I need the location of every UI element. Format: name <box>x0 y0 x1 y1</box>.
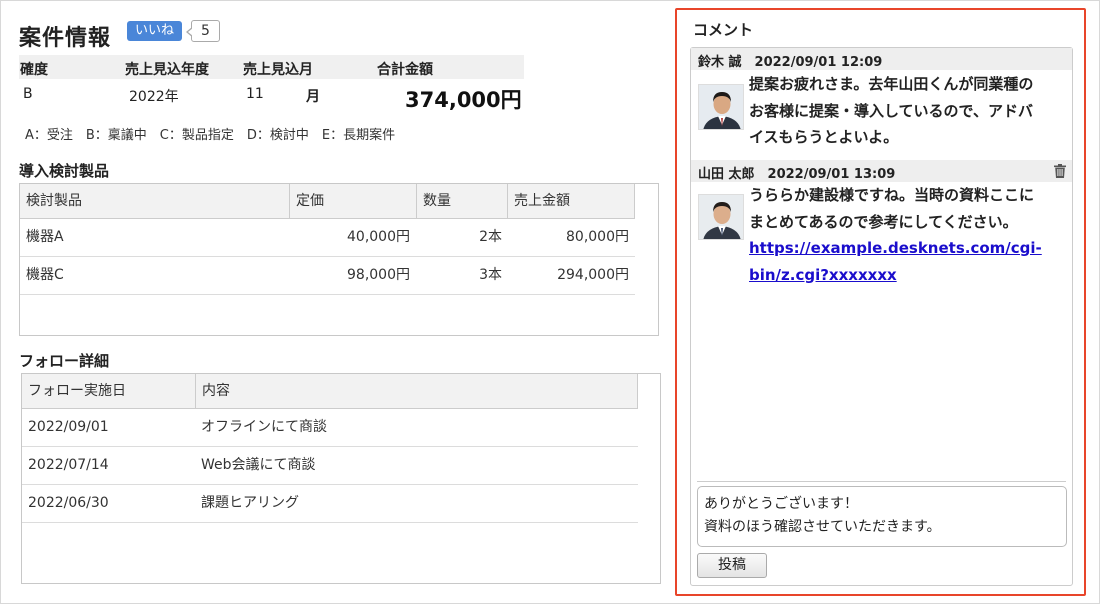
comment-author-date: 鈴木 誠 2022/09/01 12:09 <box>698 55 883 70</box>
follow-content: オフラインにて商談 <box>201 419 327 435</box>
comment-header: 山田 太郎 2022/09/01 13:09 <box>691 160 1072 182</box>
follow-date: 2022/09/01 <box>28 419 109 435</box>
product-qty: 3本 <box>479 267 502 283</box>
products-table: 検討製品 定価 数量 売上金額 機器A 40,000円 2本 80,000円 機… <box>19 183 659 336</box>
product-qty: 2本 <box>479 229 502 245</box>
product-sales: 294,000円 <box>557 267 629 283</box>
col-product: 検討製品 <box>20 184 290 218</box>
col-follow-content: 内容 <box>196 374 638 408</box>
header-rank: 確度 <box>20 62 48 78</box>
page-title: 案件情報 <box>19 26 112 51</box>
follow-section-title: フォロー詳細 <box>19 352 110 370</box>
follow-table: フォロー実施日 内容 2022/09/01 オフラインにて商談 2022/07/… <box>21 373 661 584</box>
header-year: 売上見込年度 <box>125 62 209 78</box>
comment-author-date: 山田 太郎 2022/09/01 13:09 <box>698 167 896 182</box>
follow-content: 課題ヒアリング <box>201 495 299 511</box>
comment-panel-title: コメント <box>693 21 754 39</box>
comment-line: お客様に提案・導入しているので、アドバ <box>749 101 1033 120</box>
product-sales: 80,000円 <box>566 229 629 245</box>
month-value: 11 <box>246 86 264 102</box>
comment-body: 提案お疲れさま。去年山田くんが同業種の お客様に提案・導入しているので、アドバ … <box>749 71 1065 151</box>
follow-date: 2022/06/30 <box>28 495 109 511</box>
comment-panel: コメント 鈴木 誠 2022/09/01 12:09 提案お疲れさま。去年山田く… <box>675 8 1086 596</box>
rank-legend: A：受注 B：稟議中 C：製品指定 D：検討中 E：長期案件 <box>25 128 396 143</box>
col-follow-date: フォロー実施日 <box>22 374 196 408</box>
col-qty: 数量 <box>417 184 508 218</box>
comment-body: うららか建設様ですね。当時の資料ここに まとめてあるので参考にしてください。 h… <box>749 182 1065 288</box>
col-sales: 売上金額 <box>508 184 635 218</box>
like-count-badge: 5 <box>186 20 220 42</box>
header-month: 売上見込月 <box>243 62 313 78</box>
avatar <box>698 84 744 130</box>
comment-input[interactable]: ありがとうございます！ 資料のほう確認させていただきます。 <box>697 486 1067 547</box>
comment-line: うららか建設様ですね。当時の資料ここに <box>749 186 1035 204</box>
avatar <box>698 194 744 240</box>
rank-value: B <box>23 86 33 102</box>
col-price: 定価 <box>290 184 417 218</box>
follow-date: 2022/07/14 <box>28 457 109 473</box>
product-name: 機器A <box>26 229 64 245</box>
year-value: 2022年 <box>129 89 179 105</box>
follow-table-header: フォロー実施日 内容 <box>22 374 638 409</box>
comment-link-line[interactable]: bin/z.cgi?xxxxxxx <box>749 266 897 284</box>
comment-line: まとめてあるので参考にしてください。 <box>749 212 1018 231</box>
product-price: 40,000円 <box>347 229 410 245</box>
post-button[interactable]: 投稿 <box>697 553 767 578</box>
products-section-title: 導入検討製品 <box>19 162 110 180</box>
table-row[interactable]: 機器C 98,000円 3本 294,000円 <box>20 257 635 295</box>
comment-line: イスもらうとよいよ。 <box>749 128 899 146</box>
products-table-header: 検討製品 定価 数量 売上金額 <box>20 184 635 219</box>
comment-link[interactable]: https://example.desknets.com/cgi- bin/z.… <box>749 235 1065 288</box>
product-name: 機器C <box>26 267 64 283</box>
comment-header: 鈴木 誠 2022/09/01 12:09 <box>691 48 1072 70</box>
header-total: 合計金額 <box>377 62 433 78</box>
like-button[interactable]: いいね <box>127 21 183 41</box>
table-row[interactable]: 2022/09/01 オフラインにて商談 <box>22 409 638 447</box>
total-amount: 374,000円 <box>405 88 522 112</box>
comment-divider <box>697 481 1066 482</box>
person-avatar-icon <box>699 195 743 239</box>
month-unit: 月 <box>306 89 320 105</box>
comment-list: 鈴木 誠 2022/09/01 12:09 提案お疲れさま。去年山田くんが同業種… <box>690 47 1073 586</box>
person-avatar-icon <box>699 85 743 129</box>
comment-link-line[interactable]: https://example.desknets.com/cgi- <box>749 239 1042 257</box>
follow-content: Web会議にて商談 <box>201 457 316 473</box>
comment-line: 提案お疲れさま。去年山田くんが同業種の <box>749 75 1034 93</box>
info-header-row: 確度 売上見込年度 売上見込月 合計金額 <box>19 55 524 79</box>
table-row[interactable]: 2022/07/14 Web会議にて商談 <box>22 447 638 485</box>
table-row[interactable]: 2022/06/30 課題ヒアリング <box>22 485 638 523</box>
product-price: 98,000円 <box>347 267 410 283</box>
table-row[interactable]: 機器A 40,000円 2本 80,000円 <box>20 219 635 257</box>
trash-icon[interactable] <box>1054 164 1066 178</box>
